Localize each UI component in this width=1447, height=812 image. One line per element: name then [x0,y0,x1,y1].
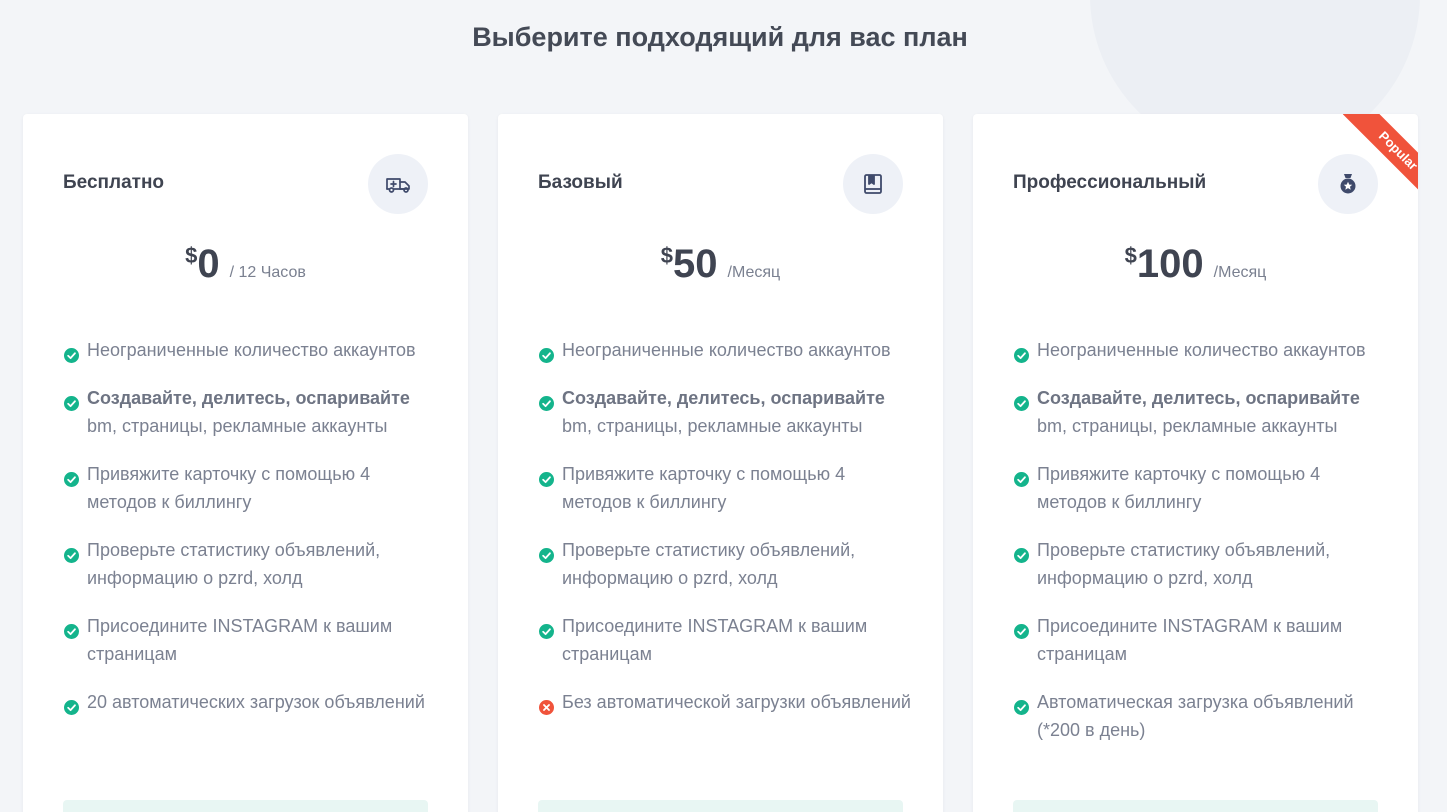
price-period: / 12 Часов [229,264,306,281]
feature-item: Привяжите карточку с помощью 4 методов к… [538,460,918,516]
price-currency: $ [185,243,198,268]
cross-circle-icon [539,695,554,715]
plan-price: $0 / 12 Часов [23,242,468,287]
price-amount: 0 [197,242,220,286]
feature-text: Автоматическая загрузка объявлений (*200… [1037,692,1354,740]
check-circle-icon [64,619,79,639]
feature-text: Неограниченные количество аккаунтов [1037,340,1366,360]
feature-text: Привяжите карточку с помощью 4 методов к… [87,464,371,512]
plan-price: $100/Месяц [973,242,1418,287]
check-circle-icon [64,467,79,487]
feature-item: Без автоматической загрузки объявлений [538,688,918,716]
feature-list: Неограниченные количество аккаунтов Созда… [63,336,443,736]
check-circle-icon [1014,695,1029,715]
choose-plan-button[interactable] [63,800,428,812]
pricing-page: Выберите подходящий для вас план Бесплат… [0,0,1447,812]
ambulance-icon [386,178,410,193]
feature-bold-text: Создавайте, делитесь, оспаривайте [87,388,410,408]
feature-item: Проверьте статистику объявлений, информа… [538,536,918,592]
check-circle-icon [539,343,554,363]
feature-item: Создавайте, делитесь, оспаривайте bm, ст… [1013,384,1393,440]
plan-price: $50/Месяц [498,242,943,287]
feature-bold-text: Создавайте, делитесь, оспаривайте [562,388,885,408]
feature-item: Создавайте, делитесь, оспаривайте bm, ст… [538,384,918,440]
page-title: Выберите подходящий для вас план [472,22,968,52]
feature-text: Проверьте статистику объявлений, информа… [1037,540,1331,588]
price-amount: 100 [1136,242,1204,286]
feature-text: bm, страницы, рекламные аккаунты [87,416,388,436]
check-circle-icon [1014,467,1029,487]
feature-text: Присоедините INSTAGRAM к вашим страницам [562,616,868,664]
feature-text: Присоедините INSTAGRAM к вашим страницам [87,616,393,664]
book-icon [864,174,882,194]
check-circle-icon [1014,391,1029,411]
feature-item: Присоедините INSTAGRAM к вашим страницам [538,612,918,668]
check-circle-icon [539,467,554,487]
feature-bold-text: Создавайте, делитесь, оспаривайте [1037,388,1360,408]
feature-item: Привяжите карточку с помощью 4 методов к… [63,460,443,516]
check-circle-icon [64,543,79,563]
feature-list: Неограниченные количество аккаунтов Созда… [1013,336,1393,764]
plan-card-basic: Базовый $50/Месяц Неограниченные количес… [498,114,943,812]
check-circle-icon [1014,543,1029,563]
plan-icon-badge [368,154,428,214]
price-currency: $ [660,243,674,268]
check-circle-icon [539,391,554,411]
feature-text: bm, страницы, рекламные аккаунты [1037,416,1338,436]
check-circle-icon [1014,343,1029,363]
feature-text: Проверьте статистику объявлений, информа… [87,540,381,588]
feature-item: 20 автоматических загрузок объявлений [63,688,443,716]
feature-item: Проверьте статистику объявлений, информа… [63,536,443,592]
feature-text: Без автоматической загрузки объявлений [562,692,911,712]
feature-item: Присоедините INSTAGRAM к вашим страницам [1013,612,1393,668]
feature-text: Неограниченные количество аккаунтов [562,340,891,360]
price-currency: $ [1124,243,1137,268]
choose-plan-button[interactable] [538,800,903,812]
plan-card-free: Бесплатно $0 / 12 Часов Неограниченные ко… [23,114,468,812]
feature-item: Привяжите карточку с помощью 4 методов к… [1013,460,1393,516]
price-amount: 50 [673,242,718,286]
plan-card-professional: Профессиональный $100/Месяц Неограниченн… [973,114,1418,812]
price-period: /Месяц [727,264,781,281]
check-circle-icon [539,619,554,639]
price-period: /Месяц [1213,264,1267,281]
popular-ribbon: Popular [1323,114,1418,209]
feature-text: Привяжите карточку с помощью 4 методов к… [562,464,846,512]
check-circle-icon [539,543,554,563]
feature-text: 20 автоматических загрузок объявлений [87,692,425,712]
feature-item: Создавайте, делитесь, оспаривайте bm, ст… [63,384,443,440]
check-circle-icon [1014,619,1029,639]
feature-text: Проверьте статистику объявлений, информа… [562,540,856,588]
feature-item: Неограниченные количество аккаунтов [63,336,443,364]
popular-badge: Popular [1342,114,1418,207]
feature-item: Проверьте статистику объявлений, информа… [1013,536,1393,592]
feature-item: Неограниченные количество аккаунтов [1013,336,1393,364]
feature-list: Неограниченные количество аккаунтов Созда… [538,336,918,736]
plan-name: Базовый [538,172,623,193]
feature-text: bm, страницы, рекламные аккаунты [562,416,863,436]
check-circle-icon [64,391,79,411]
feature-item: Неограниченные количество аккаунтов [538,336,918,364]
feature-item: Присоедините INSTAGRAM к вашим страницам [63,612,443,668]
feature-text: Привяжите карточку с помощью 4 методов к… [1037,464,1321,512]
feature-text: Присоедините INSTAGRAM к вашим страницам [1037,616,1343,664]
choose-plan-button[interactable] [1013,800,1378,812]
check-circle-icon [64,343,79,363]
check-circle-icon [64,695,79,715]
feature-item: Автоматическая загрузка объявлений (*200… [1013,688,1393,744]
feature-text: Неограниченные количество аккаунтов [87,340,416,360]
plan-icon-badge [843,154,903,214]
plan-name: Профессиональный [1013,172,1207,193]
plan-name: Бесплатно [63,172,165,193]
